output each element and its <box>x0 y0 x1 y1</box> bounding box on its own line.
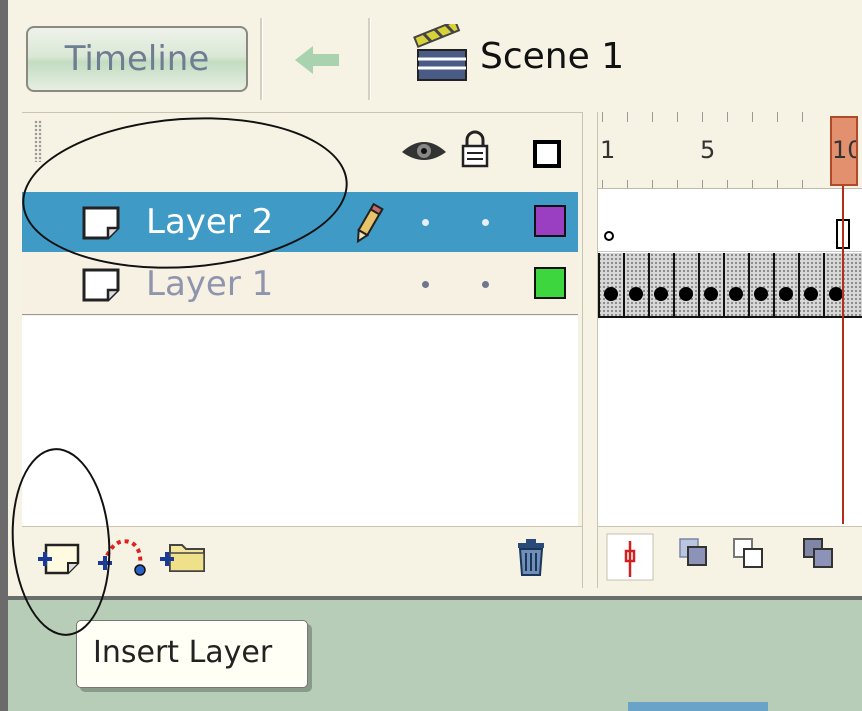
onion-skin-outlines-icon[interactable] <box>732 537 764 571</box>
keyframe[interactable] <box>598 253 623 316</box>
outline-icon[interactable] <box>533 140 561 168</box>
frame-toolbar <box>598 526 862 589</box>
layer-toolbar <box>22 526 582 589</box>
pencil-icon <box>356 202 384 244</box>
layers-empty-area <box>22 316 578 526</box>
delete-layer-icon[interactable] <box>514 537 548 577</box>
timeline-button[interactable]: Timeline <box>26 26 248 92</box>
playhead[interactable]: 10 <box>830 116 858 186</box>
ruler-label: 1 <box>600 136 616 164</box>
tooltip: Insert Layer <box>76 620 308 688</box>
panel-divider[interactable] <box>582 112 598 588</box>
layer-icon <box>82 206 120 240</box>
layer-name: Layer 1 <box>146 264 274 304</box>
toolbar-separator <box>260 18 263 100</box>
outline-color-swatch[interactable] <box>534 205 566 237</box>
keyframe[interactable] <box>748 253 773 316</box>
edit-multiple-frames-icon[interactable] <box>802 537 834 571</box>
playhead-line <box>842 186 844 524</box>
stage-edge <box>628 702 768 711</box>
insert-layer-folder-icon[interactable] <box>158 539 206 575</box>
onion-skin-icon[interactable] <box>678 537 708 569</box>
clapperboard-icon <box>413 24 467 81</box>
keyframe[interactable] <box>723 253 748 316</box>
visibility-dot[interactable] <box>422 219 429 226</box>
layer-row-layer-2[interactable]: Layer 2 <box>22 192 578 252</box>
panel-edge <box>0 0 8 711</box>
lock-icon[interactable] <box>460 130 490 168</box>
tooltip-text: Insert Layer <box>93 635 273 670</box>
keyframe[interactable] <box>798 253 823 316</box>
playhead-frame-number: 10 <box>832 136 856 164</box>
lock-dot[interactable] <box>482 281 489 288</box>
keyframe[interactable] <box>648 253 673 316</box>
layer-name: Layer 2 <box>146 202 274 242</box>
keyframe[interactable] <box>823 253 848 316</box>
keyframe[interactable] <box>698 253 723 316</box>
keyframe[interactable] <box>673 253 698 316</box>
frame-row-layer-1[interactable] <box>598 253 862 318</box>
resize-grip[interactable] <box>34 120 42 162</box>
toolbar-separator <box>368 18 371 100</box>
timeline-toolbar: Timeline Scene 1 <box>8 0 862 112</box>
frames-area[interactable] <box>598 189 862 529</box>
eye-icon[interactable] <box>400 136 448 166</box>
keyframe[interactable] <box>623 253 648 316</box>
frame-ruler[interactable]: 1 5 <box>598 112 862 189</box>
layers-header <box>22 112 582 189</box>
ruler-label: 5 <box>700 136 716 164</box>
empty-keyframe[interactable] <box>604 231 614 241</box>
center-frame-icon[interactable] <box>606 533 654 581</box>
keyframe[interactable] <box>773 253 798 316</box>
insert-layer-icon[interactable] <box>36 539 82 577</box>
layer-icon <box>82 268 120 302</box>
outline-color-swatch[interactable] <box>534 267 566 299</box>
scene-label[interactable]: Scene 1 <box>480 36 624 77</box>
add-motion-guide-icon[interactable] <box>96 533 150 579</box>
lock-dot[interactable] <box>482 219 489 226</box>
visibility-dot[interactable] <box>422 281 429 288</box>
frame-row-layer-2[interactable] <box>598 189 862 252</box>
timeline-button-label: Timeline <box>64 39 210 79</box>
back-arrow-icon[interactable] <box>293 42 343 78</box>
layer-row-layer-1[interactable]: Layer 1 <box>22 254 578 315</box>
timeline-panel: Timeline Scene 1 Layer 2 Layer 1 1 5 1 I… <box>0 0 862 711</box>
